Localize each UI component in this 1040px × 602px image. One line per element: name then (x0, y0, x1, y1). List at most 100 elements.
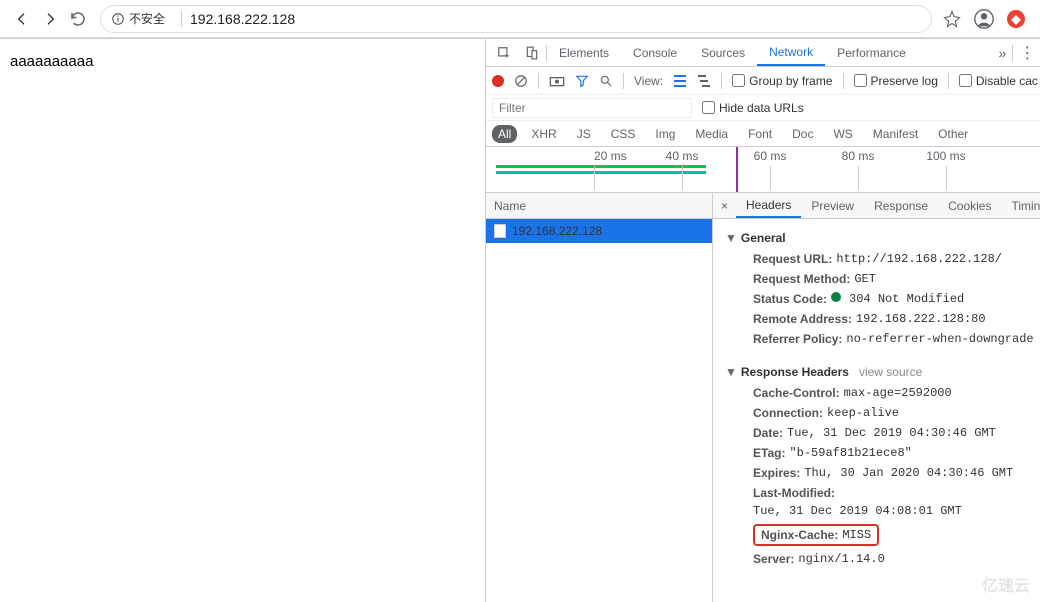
devtools-panel: ElementsConsoleSourcesNetworkPerformance… (485, 38, 1040, 602)
request-column-header[interactable]: Name (486, 193, 712, 219)
info-icon (111, 12, 125, 26)
divider (721, 73, 722, 89)
devtools-tab-performance[interactable]: Performance (825, 39, 918, 66)
header-row: Remote Address: 192.168.222.128:80 (753, 309, 1035, 329)
type-filter-font[interactable]: Font (742, 125, 778, 143)
header-row: Connection: keep-alive (753, 403, 1035, 423)
type-filter-doc[interactable]: Doc (786, 125, 819, 143)
document-icon (494, 224, 506, 238)
devtools-tab-console[interactable]: Console (621, 39, 689, 66)
detail-body: ▼General Request URL: http://192.168.222… (713, 219, 1040, 602)
group-by-frame-checkbox[interactable]: Group by frame (732, 74, 832, 88)
profile-icon[interactable] (972, 7, 996, 31)
timeline-tick: 20 ms (594, 149, 627, 163)
detail-tab-preview[interactable]: Preview (801, 193, 864, 218)
back-button[interactable] (8, 5, 36, 33)
type-filter-css[interactable]: CSS (605, 125, 642, 143)
devtools-tab-network[interactable]: Network (757, 39, 825, 66)
hide-data-urls-checkbox[interactable]: Hide data URLs (702, 101, 804, 115)
timeline-gridline (682, 166, 683, 190)
browser-toolbar: 不安全 192.168.222.128 ◆ (0, 0, 1040, 38)
toolbar-right: ◆ (940, 7, 1032, 31)
section-general[interactable]: ▼General (725, 231, 786, 245)
list-view-icon[interactable] (673, 74, 687, 88)
detail-tab-response[interactable]: Response (864, 193, 938, 218)
status-dot-icon (831, 292, 841, 302)
type-filter-js[interactable]: JS (571, 125, 597, 143)
divider (623, 73, 624, 89)
filter-input[interactable] (492, 98, 692, 118)
reload-button[interactable] (64, 5, 92, 33)
highlighted-header: Nginx-Cache: MISS (753, 524, 879, 546)
detail-tab-cookies[interactable]: Cookies (938, 193, 1001, 218)
type-filter-img[interactable]: Img (649, 125, 681, 143)
waterfall-view-icon[interactable] (697, 74, 711, 88)
timeline-tick: 60 ms (754, 149, 787, 163)
more-tabs-icon[interactable]: » (999, 45, 1007, 61)
timeline-gridline (858, 166, 859, 190)
request-detail: × HeadersPreviewResponseCookiesTiming ▼G… (713, 193, 1040, 602)
divider (1012, 45, 1013, 61)
divider (538, 73, 539, 89)
header-row: Nginx-Cache: MISS (753, 521, 1035, 549)
search-icon[interactable] (599, 74, 613, 88)
header-row: Referrer Policy: no-referrer-when-downgr… (753, 329, 1035, 349)
type-filter-other[interactable]: Other (932, 125, 974, 143)
detail-tab-headers[interactable]: Headers (736, 193, 801, 218)
preserve-log-checkbox[interactable]: Preserve log (854, 74, 938, 88)
type-filter-manifest[interactable]: Manifest (867, 125, 924, 143)
page-viewport: aaaaaaaaaa (0, 38, 485, 602)
header-row: Expires: Thu, 30 Jan 2020 04:30:46 GMT (753, 463, 1035, 483)
bookmark-star-icon[interactable] (940, 7, 964, 31)
clear-icon[interactable] (514, 74, 528, 88)
device-icon[interactable] (518, 39, 546, 67)
kebab-icon[interactable]: ⋮ (1019, 43, 1035, 63)
forward-button[interactable] (36, 5, 64, 33)
security-label: 不安全 (129, 10, 165, 27)
devtools-tab-sources[interactable]: Sources (689, 39, 757, 66)
view-source-link[interactable]: view source (859, 365, 922, 379)
timeline-tick: 80 ms (842, 149, 875, 163)
screenshot-icon[interactable] (549, 75, 565, 87)
type-filter-xhr[interactable]: XHR (525, 125, 562, 143)
header-row: Status Code: 304 Not Modified (753, 289, 1035, 309)
inspect-icon[interactable] (490, 39, 518, 67)
divider (948, 73, 949, 89)
detail-tabbar: × HeadersPreviewResponseCookiesTiming (713, 193, 1040, 219)
request-list: Name 192.168.222.128 (486, 193, 713, 602)
main-area: aaaaaaaaaa ElementsConsoleSourcesNetwork… (0, 38, 1040, 602)
filter-icon[interactable] (575, 74, 589, 88)
resource-type-filter: All XHR JS CSS Img Media Font Doc WS Manifest Othe… (486, 121, 1040, 147)
security-chip[interactable]: 不安全 (111, 10, 165, 27)
detail-tab-timing[interactable]: Timing (1001, 193, 1040, 218)
watermark: 亿速云 (982, 572, 1030, 596)
type-filter-media[interactable]: Media (689, 125, 734, 143)
timeline-gridline (770, 166, 771, 190)
divider (181, 11, 182, 27)
view-label: View: (634, 74, 663, 88)
extension-icon[interactable]: ◆ (1004, 7, 1028, 31)
record-button[interactable] (492, 75, 504, 87)
timeline-bar (496, 165, 706, 168)
timeline-bar (496, 171, 706, 174)
timeline-overview[interactable]: 20 ms40 ms60 ms80 ms100 ms (486, 147, 1040, 193)
timeline-cursor[interactable] (736, 147, 738, 192)
divider (843, 73, 844, 89)
header-row: Last-Modified: Tue, 31 Dec 2019 04:08:01… (753, 483, 1035, 521)
header-row: Server: nginx/1.14.0 (753, 549, 1035, 569)
devtools-tabbar: ElementsConsoleSourcesNetworkPerformance… (486, 39, 1040, 67)
type-filter-ws[interactable]: WS (827, 125, 858, 143)
header-row: Request Method: GET (753, 269, 1035, 289)
request-name: 192.168.222.128 (512, 224, 602, 238)
devtools-tab-elements[interactable]: Elements (547, 39, 621, 66)
close-detail-icon[interactable]: × (717, 199, 732, 213)
url-text: 192.168.222.128 (190, 11, 295, 27)
header-row: Cache-Control: max-age=2592000 (753, 383, 1035, 403)
request-row[interactable]: 192.168.222.128 (486, 219, 712, 243)
disable-cache-checkbox[interactable]: Disable cac (959, 74, 1038, 88)
filter-row: Hide data URLs (486, 95, 1040, 121)
address-bar[interactable]: 不安全 192.168.222.128 (100, 5, 932, 33)
section-response-headers[interactable]: ▼Response Headersview source (725, 365, 922, 379)
timeline-gridline (946, 166, 947, 190)
type-filter-all[interactable]: All (492, 125, 517, 143)
